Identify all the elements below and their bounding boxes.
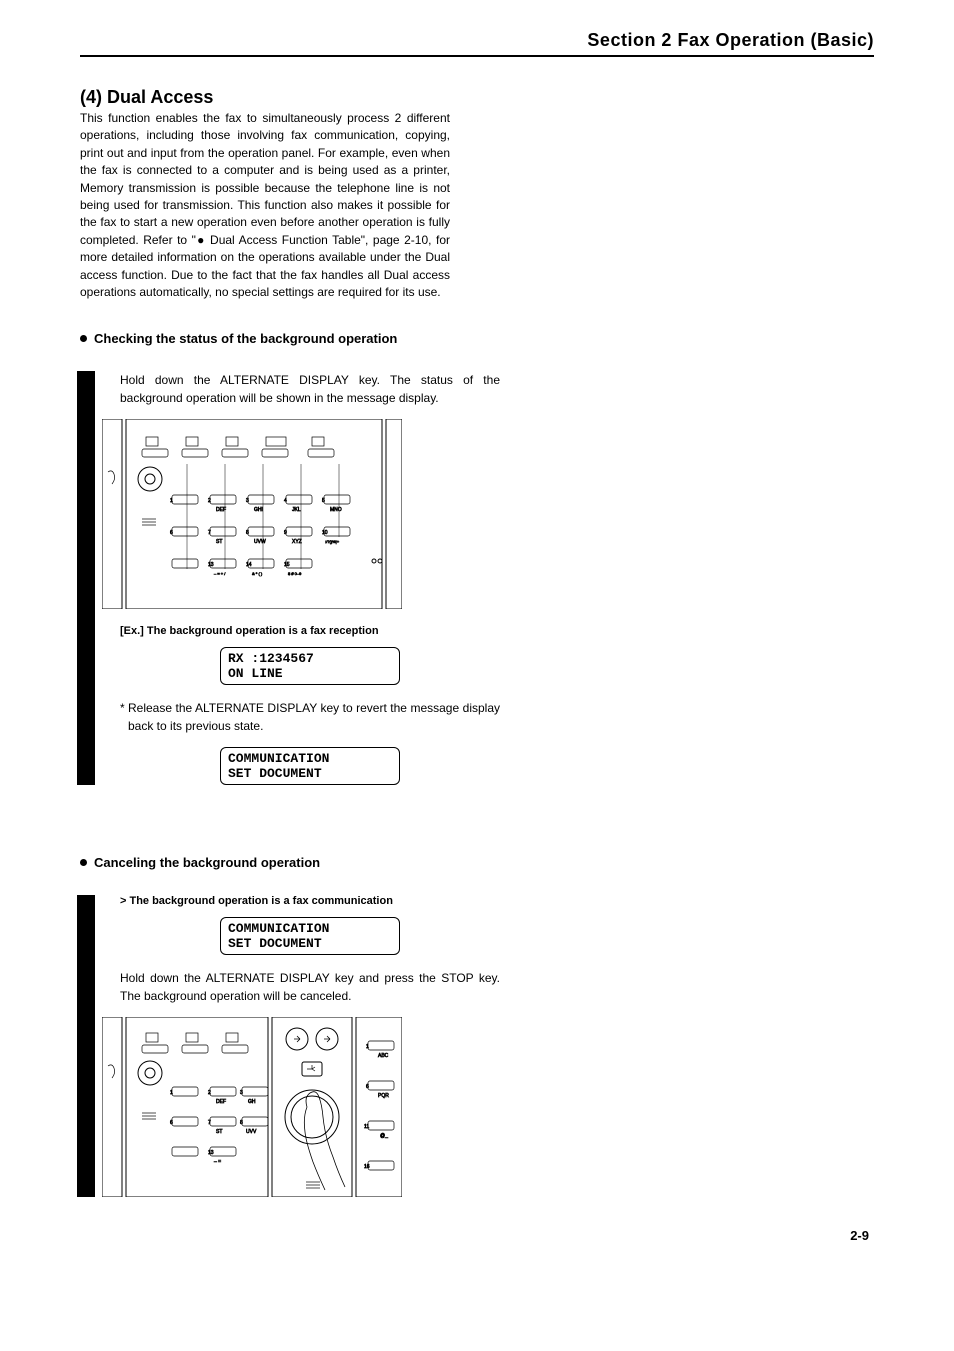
svg-text:JKL: JKL [292, 507, 301, 513]
svg-text:6: 6 [366, 1084, 369, 1090]
svg-text:ST: ST [216, 539, 222, 545]
svg-text:& * ( ): & * ( ) [252, 571, 263, 576]
svg-text:– =: – = [214, 1159, 221, 1165]
svg-text:1: 1 [366, 1044, 369, 1050]
svg-text:DEF: DEF [216, 1099, 226, 1105]
svg-text:XYZ: XYZ [292, 539, 302, 545]
svg-text::/?{}%|+: :/?{}%|+ [325, 539, 340, 544]
svg-text:15: 15 [284, 562, 290, 568]
subsection-title: (4) Dual Access [80, 87, 874, 108]
lcd-display-communication: COMMUNICATION SET DOCUMENT [220, 747, 400, 785]
svg-text:10: 10 [322, 530, 328, 536]
lcd-display-cancel: COMMUNICATION SET DOCUMENT [220, 917, 400, 955]
svg-text:3: 3 [240, 1090, 243, 1096]
bullet-icon [80, 859, 87, 866]
cancel-heading: Canceling the background operation [80, 855, 874, 870]
check-status-heading-text: Checking the status of the background op… [94, 331, 397, 346]
svg-text:2: 2 [208, 1090, 211, 1096]
svg-text:$ # 0–9: $ # 0–9 [288, 571, 302, 576]
svg-text:ST: ST [216, 1129, 222, 1135]
svg-text:14: 14 [246, 562, 252, 568]
svg-text:GH: GH [248, 1099, 256, 1105]
dual-access-paragraph: This function enables the fax to simulta… [80, 110, 450, 301]
release-key-note: * Release the ALTERNATE DISPLAY key to r… [120, 699, 500, 735]
svg-text:9: 9 [284, 530, 287, 536]
svg-text:UVW: UVW [254, 539, 266, 545]
svg-text:7: 7 [208, 530, 211, 536]
svg-text:UVV: UVV [246, 1129, 257, 1135]
lcd-display-rx: RX :1234567 ON LINE [220, 647, 400, 685]
svg-text:13: 13 [208, 562, 214, 568]
operation-panel-illustration: 1 2 3 4 5 DEF GHI JKL MNO 6 7 8 9 10 ST … [102, 419, 402, 609]
svg-text:ABC: ABC [378, 1053, 389, 1059]
bullet-icon [80, 335, 87, 342]
section-header: Section 2 Fax Operation (Basic) [80, 30, 874, 57]
svg-text:GHI: GHI [254, 507, 263, 513]
cancel-step-text: Hold down the ALTERNATE DISPLAY key and … [120, 969, 500, 1005]
black-sidebar [77, 371, 95, 785]
svg-text:5: 5 [322, 498, 325, 504]
release-key-note-text: Release the ALTERNATE DISPLAY key to rev… [128, 699, 500, 735]
svg-text:6: 6 [170, 1120, 173, 1126]
svg-text:11: 11 [364, 1124, 369, 1130]
svg-text:7: 7 [208, 1120, 211, 1126]
svg-text:2: 2 [208, 498, 211, 504]
svg-text:3: 3 [246, 498, 249, 504]
svg-text:13: 13 [208, 1150, 214, 1156]
cancel-heading-text: Canceling the background operation [94, 855, 320, 870]
cancel-subheading: > The background operation is a fax comm… [120, 895, 500, 907]
asterisk-icon: * [120, 699, 128, 735]
check-status-heading: Checking the status of the background op… [80, 331, 874, 346]
check-step-text: Hold down the ALTERNATE DISPLAY key. The… [120, 371, 500, 407]
svg-text:8: 8 [246, 530, 249, 536]
svg-text:@_: @_ [380, 1133, 388, 1139]
svg-text:1: 1 [170, 1090, 173, 1096]
svg-text:16: 16 [364, 1164, 370, 1170]
svg-text:6: 6 [170, 530, 173, 536]
cancel-block: > The background operation is a fax comm… [80, 895, 500, 1197]
black-sidebar [77, 895, 95, 1197]
page-number: 2-9 [850, 1228, 869, 1243]
operation-panel-stop-illustration: 1 2 3 DEF GH 6 7 8 ST UVV 13 – = [102, 1017, 402, 1197]
svg-text:– = + /: – = + / [214, 571, 226, 576]
check-status-block: Hold down the ALTERNATE DISPLAY key. The… [80, 371, 500, 785]
svg-text:PQR: PQR [378, 1093, 389, 1099]
svg-text:8: 8 [240, 1120, 243, 1126]
example-label: [Ex.] The background operation is a fax … [120, 625, 500, 637]
svg-text:1: 1 [170, 498, 173, 504]
svg-text:MNO: MNO [330, 507, 342, 513]
svg-text:4: 4 [284, 498, 287, 504]
svg-text:DEF: DEF [216, 507, 226, 513]
